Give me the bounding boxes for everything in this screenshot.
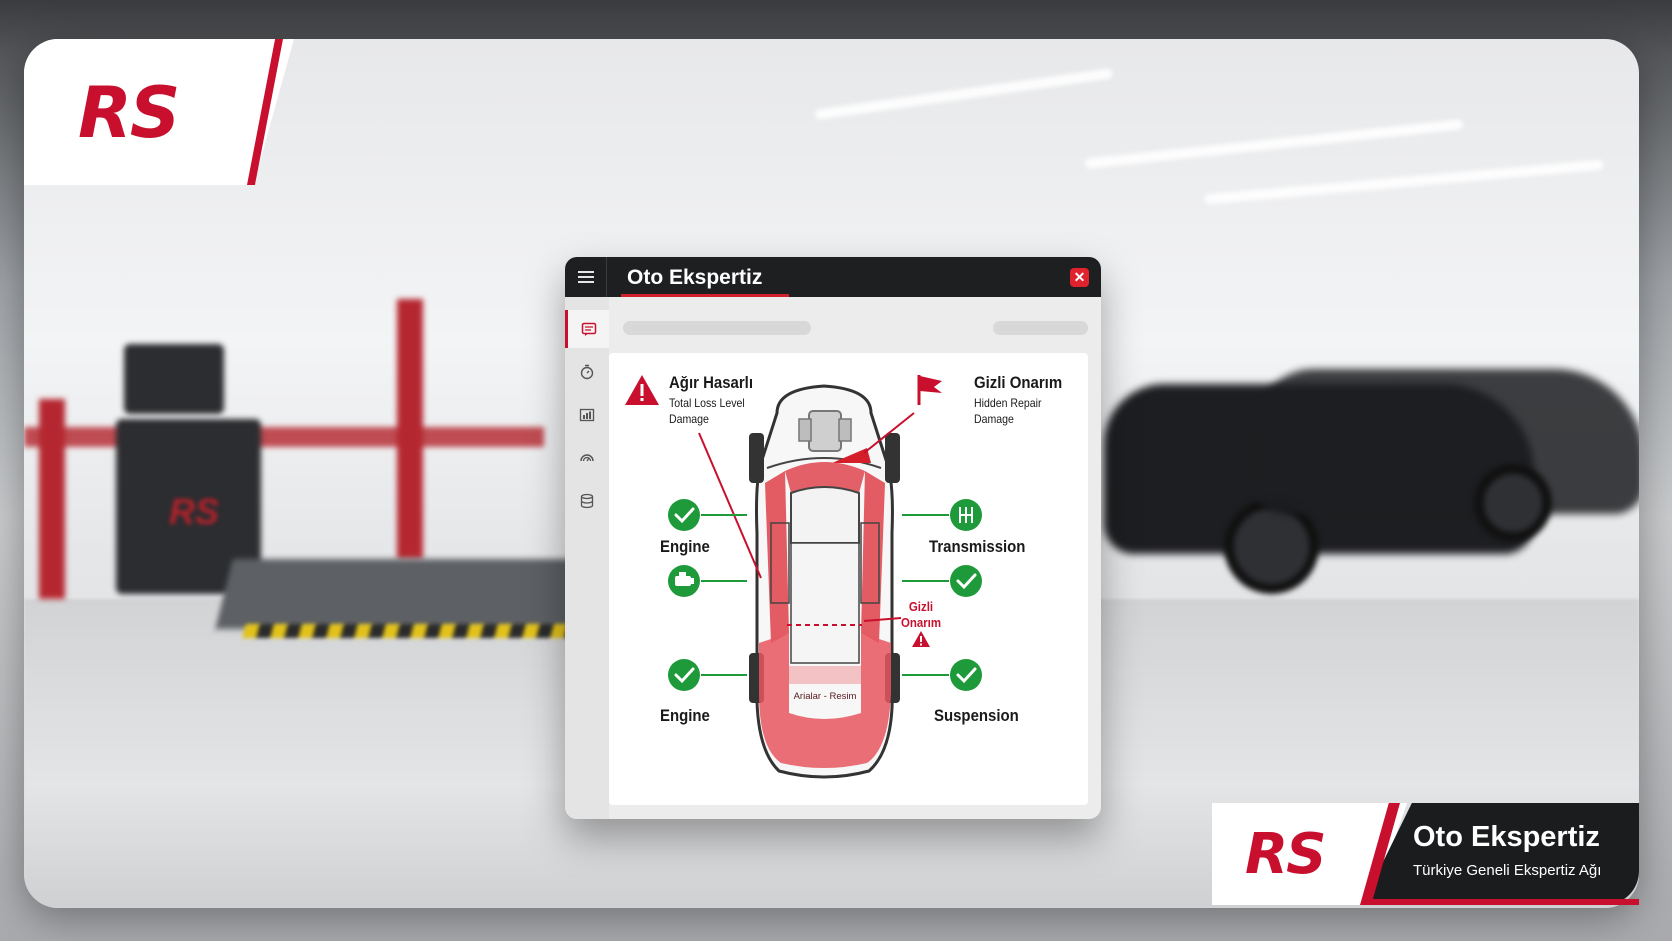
app-window: Oto Ekspertiz ✕ Ağır Hasarlı Total Loss …	[565, 257, 1101, 819]
heavy-damage-subtitle-2: Damage	[669, 412, 709, 426]
warning-icon	[625, 375, 659, 405]
heavy-damage-title: Ağır Hasarlı	[669, 373, 753, 392]
car-label: Arialar - Resim	[793, 691, 857, 702]
sidebar-item-stats[interactable]	[565, 396, 609, 434]
ceiling-light	[1084, 119, 1464, 169]
engine-label: Engine	[660, 706, 710, 725]
machine-logo: RS	[169, 491, 220, 532]
check-icon	[668, 659, 700, 691]
parked-car	[1254, 369, 1639, 514]
database-icon	[580, 493, 594, 509]
flag-icon	[917, 375, 942, 405]
brand-title: Oto Ekspertiz	[1413, 821, 1600, 853]
heavy-damage-subtitle-1: Total Loss Level	[669, 396, 745, 410]
brand-rs-logo: RS	[1245, 822, 1326, 887]
sidebar-item-database[interactable]	[565, 482, 609, 520]
wall-stripe	[24, 427, 544, 447]
close-button[interactable]: ✕	[1070, 268, 1089, 287]
check-icon	[950, 659, 982, 691]
hidden-repair-note-line-2: Onarım	[900, 615, 942, 630]
inspection-diagram-panel: Ağır Hasarlı Total Loss Level Damage Giz…	[609, 353, 1088, 805]
window-title: Oto Ekspertiz	[627, 266, 763, 289]
title-underline	[621, 294, 789, 297]
lift-post	[397, 299, 423, 559]
check-icon	[950, 565, 982, 597]
alignment-monitor	[124, 344, 224, 414]
gear-shift-icon	[950, 499, 982, 531]
sidebar-item-timer[interactable]	[565, 353, 609, 391]
hidden-repair-subtitle-1: Hidden Repair	[974, 396, 1042, 410]
menu-button[interactable]	[565, 257, 607, 297]
rs-logo: RS	[78, 72, 180, 154]
titlebar: Oto Ekspertiz ✕	[565, 257, 1101, 297]
car-top-view	[749, 384, 900, 779]
brand-subtitle: Türkiye Geneli Ekspertiz Ağı	[1413, 862, 1602, 879]
hidden-repair-note-line-1: Gizli	[908, 599, 934, 614]
hidden-repair-title: Gizli Onarım	[974, 373, 1063, 392]
stopwatch-icon	[580, 364, 594, 380]
engine-label: Engine	[660, 537, 710, 556]
brand-accent-bar	[1367, 899, 1639, 905]
hamburger-icon	[577, 276, 594, 278]
check-icon	[668, 499, 700, 531]
lift-post	[39, 399, 65, 599]
hidden-repair-note: Gizli Onarım	[898, 599, 944, 631]
loading-placeholder	[993, 321, 1088, 335]
suspension-label: Suspension	[934, 706, 1019, 725]
sidebar	[565, 297, 609, 819]
ceiling-light	[1204, 159, 1604, 205]
engine-icon	[668, 565, 700, 597]
hidden-repair-subtitle-2: Damage	[974, 412, 1014, 426]
sidebar-item-gauge[interactable]	[565, 439, 609, 477]
gauge-icon	[580, 454, 594, 462]
ceiling-light	[814, 68, 1114, 120]
warning-icon	[912, 631, 930, 647]
report-icon	[581, 322, 596, 336]
chart-icon	[579, 408, 595, 422]
sidebar-item-report[interactable]	[565, 310, 609, 348]
transmission-label: Transmission	[929, 537, 1026, 556]
car-wheel	[1474, 464, 1552, 542]
loading-placeholder	[623, 321, 811, 335]
